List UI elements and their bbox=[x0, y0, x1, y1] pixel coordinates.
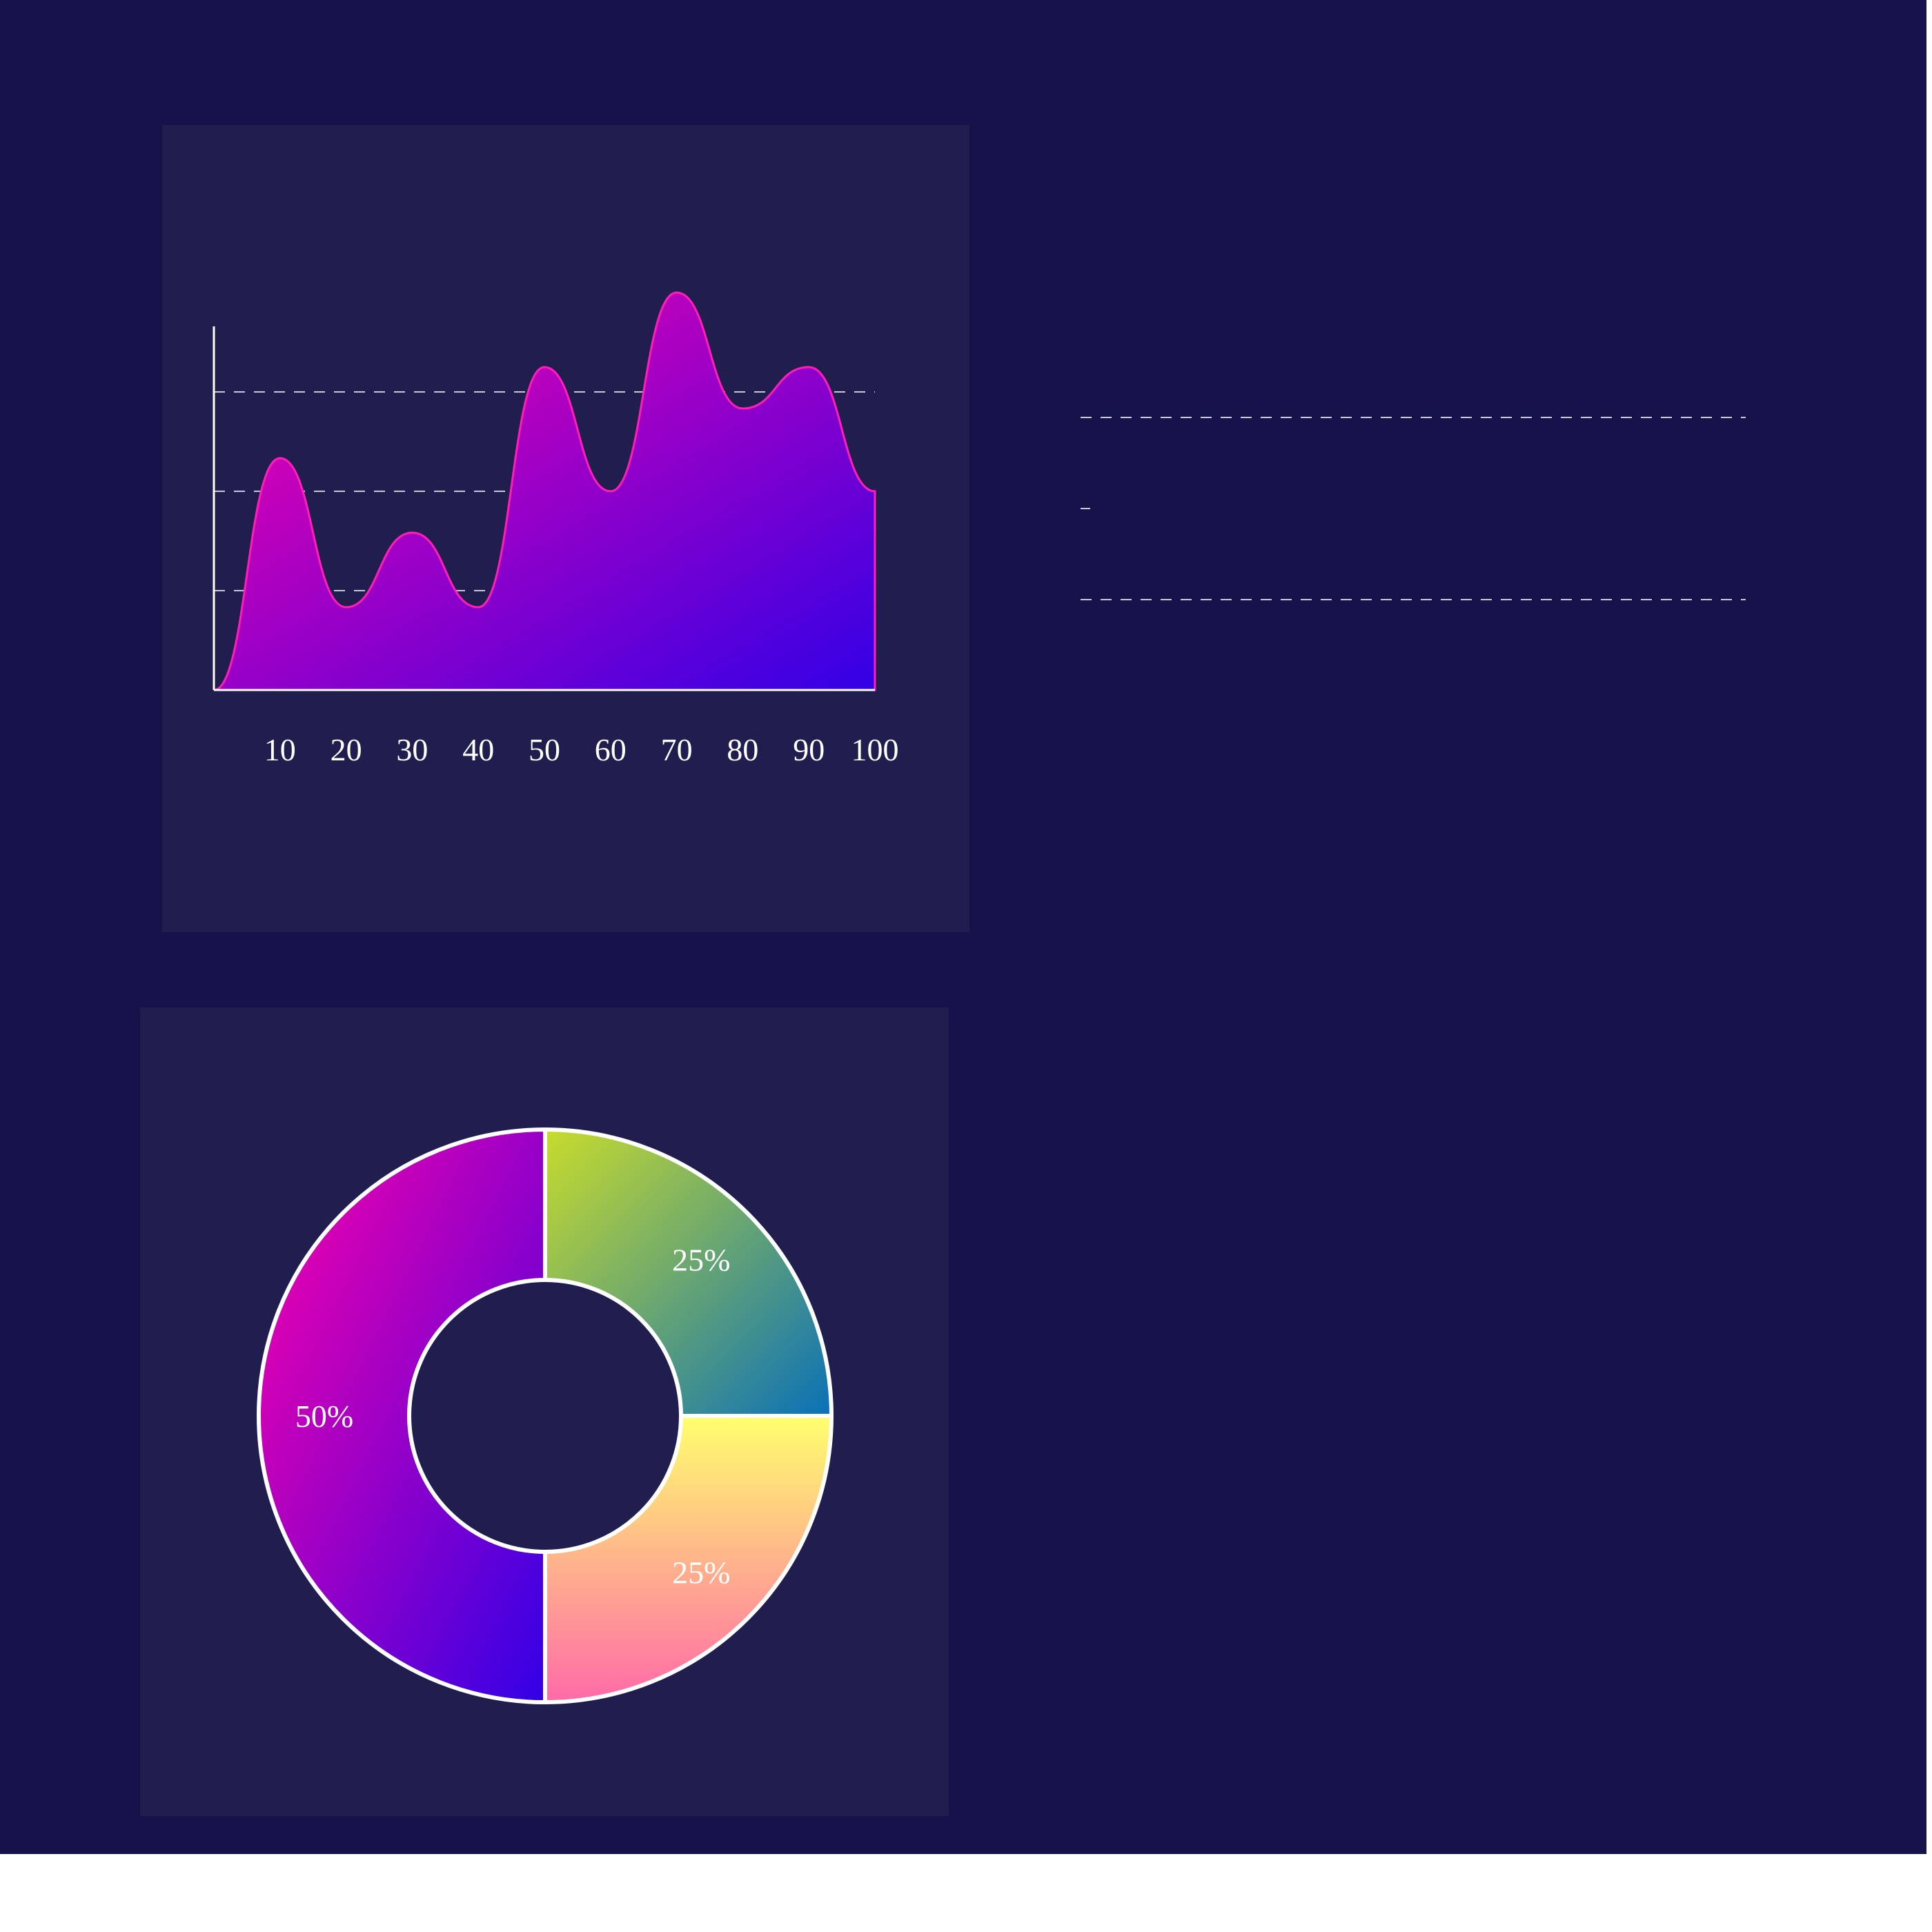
x-tick-label-100: 100 bbox=[851, 732, 899, 767]
donut-label-3: 50% bbox=[295, 1399, 353, 1434]
x-tick-label-30: 30 bbox=[396, 732, 428, 767]
dashboard-canvas: 10 20 30 40 50 60 70 80 90 100 25% 25% 50% bbox=[0, 0, 1926, 1854]
x-tick-label-40: 40 bbox=[462, 732, 494, 767]
x-tick-label-90: 90 bbox=[793, 732, 825, 767]
area-chart-panel: 10 20 30 40 50 60 70 80 90 100 bbox=[162, 125, 969, 932]
x-tick-label-60: 60 bbox=[595, 732, 627, 767]
x-tick-label-50: 50 bbox=[529, 732, 560, 767]
x-tick-label-80: 80 bbox=[727, 732, 758, 767]
donut-label-1: 25% bbox=[672, 1243, 730, 1278]
donut-chart-panel: 25% 25% 50% bbox=[140, 1007, 949, 1816]
x-tick-label-70: 70 bbox=[661, 732, 693, 767]
x-tick-label-20: 20 bbox=[331, 732, 362, 767]
donut-label-2: 25% bbox=[672, 1555, 730, 1590]
x-tick-label-10: 10 bbox=[264, 732, 296, 767]
